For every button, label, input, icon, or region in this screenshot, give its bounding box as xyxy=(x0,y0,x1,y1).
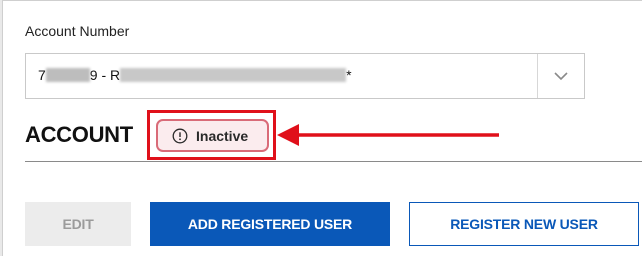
account-number-select[interactable]: 7 9 - R * xyxy=(25,53,585,99)
register-new-user-button[interactable]: REGISTER NEW USER xyxy=(409,202,639,246)
section-title: ACCOUNT xyxy=(25,122,133,147)
account-panel: Account Number 79 - R * ACCOUNT Inactive … xyxy=(2,0,642,256)
status-badge: Inactive xyxy=(156,119,269,152)
account-number-suffix: * xyxy=(346,67,352,83)
redacted-digits xyxy=(45,68,90,82)
redacted-account-name xyxy=(120,68,347,82)
account-number-middle: 9 - R xyxy=(89,67,121,83)
account-number-value: 7 9 - R * xyxy=(38,67,352,83)
edit-button[interactable]: EDIT xyxy=(25,202,131,246)
add-registered-user-button[interactable]: ADD REGISTERED USER xyxy=(150,202,390,246)
chevron-down-icon xyxy=(554,72,568,81)
annotation-arrow xyxy=(277,124,499,146)
dropdown-toggle[interactable] xyxy=(538,54,584,98)
exclamation-circle-icon xyxy=(172,128,188,143)
account-number-label: Account Number xyxy=(25,23,130,39)
section-divider xyxy=(25,161,642,162)
status-label: Inactive xyxy=(196,127,249,144)
account-number-prefix: 7 xyxy=(38,67,46,83)
